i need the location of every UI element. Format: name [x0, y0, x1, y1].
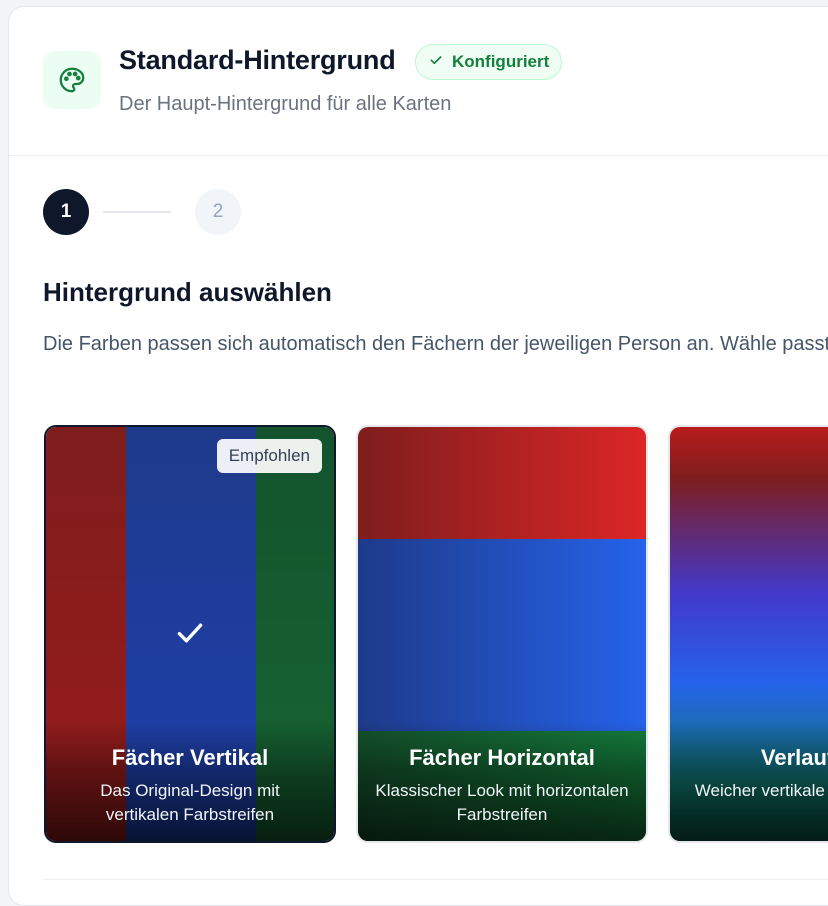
step-2[interactable]: 2 [195, 189, 241, 235]
page-title: Standard-Hintergrund [119, 45, 396, 75]
background-option-faecher-horizontal[interactable]: Fächer Horizontal Klassischer Look mit h… [356, 425, 648, 843]
page-subtitle: Der Haupt-Hintergrund für alle Karten [119, 93, 452, 115]
option-title: Fächer Horizontal [409, 745, 595, 770]
stripe-blue [358, 539, 646, 731]
step-connector [103, 211, 171, 213]
stripe-red [358, 427, 646, 539]
panel-header: Standard-Hintergrund Konfiguriert Der Ha… [9, 7, 828, 156]
option-title: Verlauf V [760, 745, 828, 770]
step-1[interactable]: 1 [43, 189, 89, 235]
selected-check-icon [170, 613, 210, 653]
section-description: Die Farben passen sich automatisch den F… [43, 333, 828, 355]
status-badge-label: Konfiguriert [452, 52, 550, 71]
option-description: Klassischer Look mit horizontalen Farbst… [375, 781, 629, 824]
stepper: 1 2 [43, 189, 263, 237]
background-option-faecher-vertikal[interactable]: Empfohlen Fächer Vertikal Das Original-D… [44, 425, 336, 843]
recommended-badge: Empfohlen [216, 439, 322, 473]
bottom-divider [43, 879, 828, 880]
option-description: Das Original-Design mit vertikalen Farbs… [100, 781, 280, 824]
palette-icon [43, 51, 101, 109]
background-settings-panel: Standard-Hintergrund Konfiguriert Der Ha… [8, 6, 828, 906]
option-title: Fächer Vertikal [111, 745, 269, 770]
section-title: Hintergrund auswählen [43, 277, 332, 307]
background-option-verlauf-vertikal[interactable]: Verlauf V Weicher vertikale für moderne [668, 425, 828, 843]
status-badge: Konfiguriert [415, 44, 563, 80]
check-icon [428, 52, 444, 73]
option-description: Weicher vertikale für moderne [694, 781, 828, 800]
